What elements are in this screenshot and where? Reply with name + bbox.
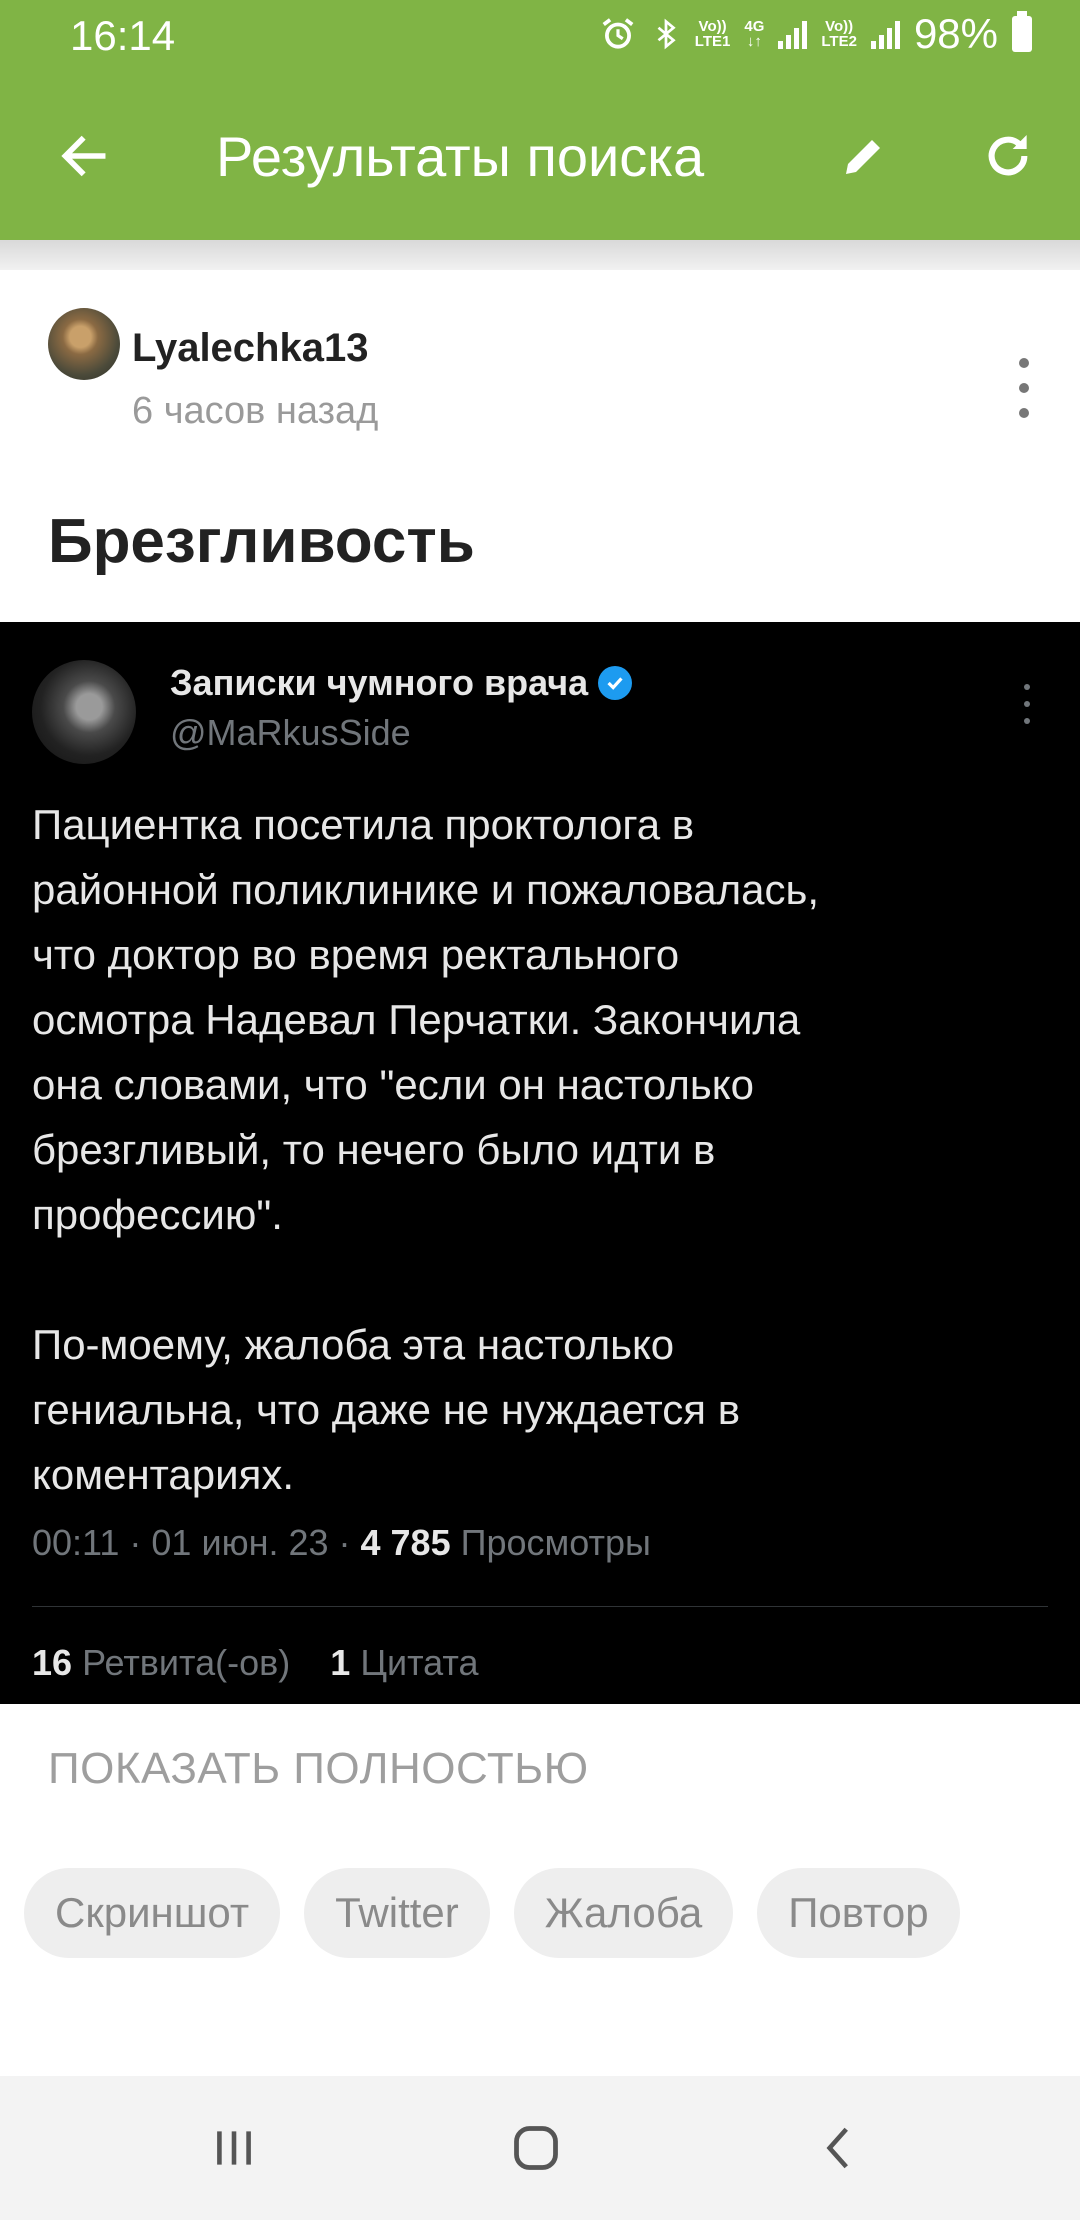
post-time: 6 часов назад (132, 390, 379, 432)
bluetooth-icon (657, 18, 676, 50)
show-full-button[interactable]: ПОКАЗАТЬ ПОЛНОСТЬЮ (48, 1744, 589, 1794)
sim1-volte-indicator: Vo)) LTE1 (694, 18, 731, 50)
tweet-author-name: Записки чумного врача (170, 662, 633, 704)
verified-badge-icon (598, 666, 633, 700)
sim2-volte-indicator: Vo)) LTE2 (821, 18, 857, 50)
tweet-meta: 00:11 · 01 июн. 23 · 4 785 Просмотры (32, 1522, 651, 1563)
tweet-author-avatar (32, 660, 136, 764)
tag-list: Скриншот Twitter Жалоба Повтор (24, 1868, 1064, 1958)
nav-back-button[interactable] (780, 2100, 900, 2196)
edit-button[interactable] (816, 108, 912, 204)
app-bar-shadow (0, 240, 1080, 270)
network-type-indicator: 4G ↓↑ (744, 18, 765, 50)
home-icon (514, 2126, 558, 2170)
refresh-button[interactable] (960, 108, 1056, 204)
status-icons: Vo)) LTE1 4G ↓↑ Vo)) LTE2 98% (599, 10, 1032, 58)
author-avatar[interactable] (48, 308, 120, 380)
tweet-divider (32, 1606, 1048, 1607)
status-time: 16:14 (70, 12, 176, 59)
signal-icon (778, 19, 808, 49)
alarm-icon (602, 18, 634, 49)
post-title[interactable]: Брезгливость (48, 506, 475, 577)
more-vert-icon (1019, 358, 1029, 368)
post-image-tweet-screenshot[interactable]: Записки чумного врача @MaRkusSide Пациен… (0, 622, 1080, 1704)
back-button[interactable] (36, 108, 132, 204)
refresh-icon (988, 135, 1028, 176)
tweet-handle: @MaRkusSide (170, 712, 411, 753)
tweet-stats: 16 Ретвита(-ов) 1 Цитата (32, 1642, 479, 1683)
home-button[interactable] (476, 2100, 596, 2196)
back-chevron-icon (826, 2127, 848, 2169)
tweet-text: Пациентка посетила проктолога в районной… (32, 801, 820, 1498)
tweet-more-icon (1024, 684, 1034, 724)
page-title: Результаты поиска (216, 125, 705, 188)
system-nav-bar (0, 2076, 1080, 2220)
recent-apps-icon (217, 2131, 251, 2165)
author-name[interactable]: Lyalechka13 (132, 326, 368, 371)
tag-chip[interactable]: Twitter (304, 1868, 490, 1958)
recent-apps-button[interactable] (174, 2100, 294, 2196)
app-bar: Результаты поиска (0, 72, 1080, 240)
status-bar: 16:14 Vo)) LTE1 4G ↓↑ Vo)) LTE2 98% (0, 0, 1080, 72)
signal-icon (870, 19, 900, 49)
tag-chip[interactable]: Жалоба (513, 1868, 734, 1958)
battery-icon (1012, 11, 1032, 52)
pencil-icon (846, 140, 880, 174)
post-menu-button[interactable] (1004, 358, 1044, 418)
tag-chip[interactable]: Повтор (757, 1868, 960, 1958)
tag-chip[interactable]: Скриншот (24, 1868, 281, 1958)
battery-percent: 98% (913, 10, 998, 57)
arrow-left-icon (61, 135, 106, 177)
